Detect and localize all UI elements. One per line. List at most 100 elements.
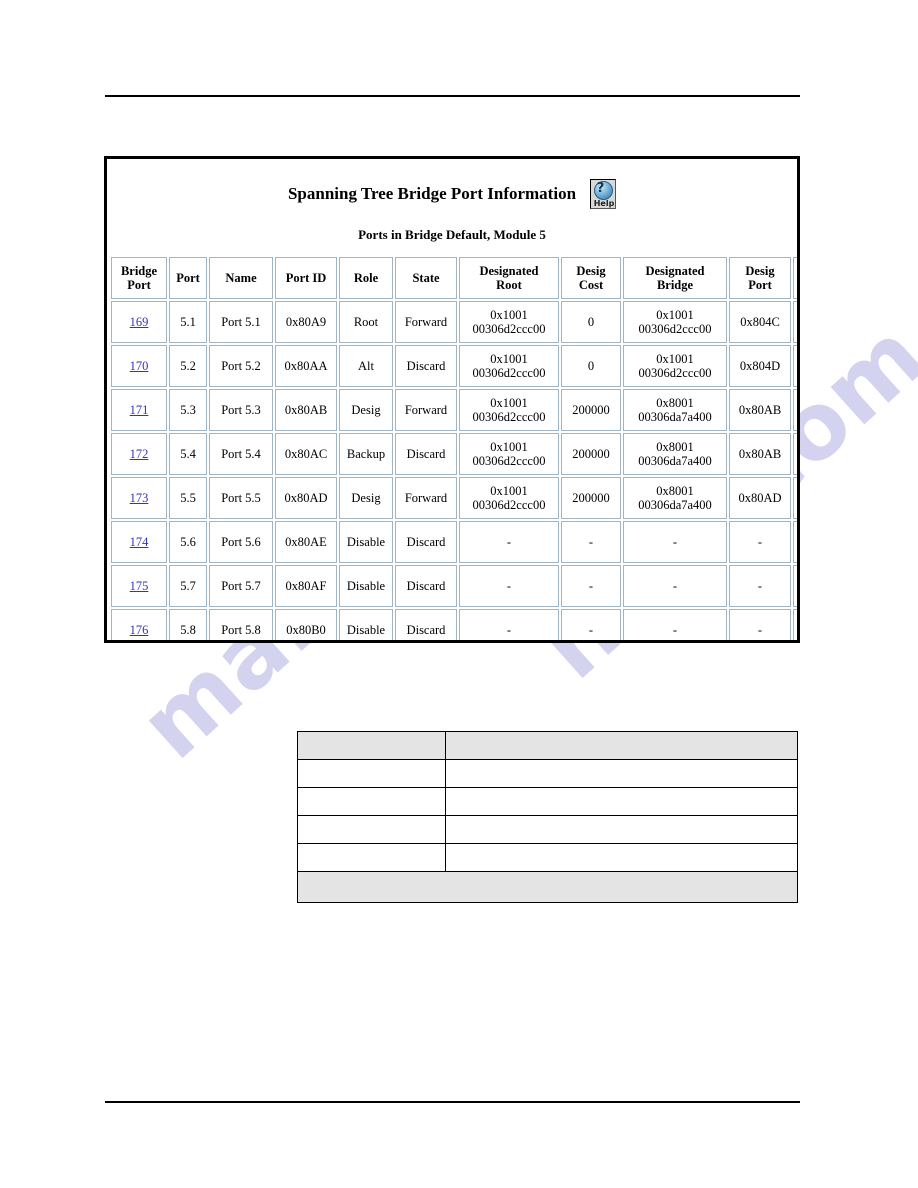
cell-port-id: 0x80B0 (275, 609, 337, 640)
table-header: Bridge Port Port Name Port ID Role State… (111, 257, 797, 299)
cell-name: Port 5.4 (209, 433, 273, 475)
bridge-port-link[interactable]: 169 (130, 315, 149, 329)
cell-designated-bridge: 0x1001 00306d2ccc00 (623, 345, 727, 387)
col-header-bridge-port[interactable]: Bridge Port (111, 257, 167, 299)
col-header-state[interactable]: State (395, 257, 457, 299)
cell-designated-root-line1: - (506, 623, 512, 637)
col-header-desig-cost[interactable]: Desig Cost (561, 257, 621, 299)
cell-desig-cost: 200000 (561, 389, 621, 431)
cell-state: Discard (395, 521, 457, 563)
cell-designated-root-line1: 0x1001 (490, 352, 528, 366)
cell-desig-port: 0x804C (729, 301, 791, 343)
row-cell-value (445, 787, 798, 816)
cell-designated-bridge-line2: 00306da7a400 (638, 410, 712, 424)
cell-bridge-port[interactable]: 175 (111, 565, 167, 607)
cell-designated-bridge-line2: 00306d2ccc00 (638, 322, 712, 336)
cell-port: 5.8 (169, 609, 207, 640)
bridge-port-link[interactable]: 170 (130, 359, 149, 373)
cell-designated-root-line1: - (506, 579, 512, 593)
cell-port: 5.6 (169, 521, 207, 563)
table-row-footer (297, 871, 798, 903)
cell-port: 5.5 (169, 477, 207, 519)
col-header-name[interactable]: Name (209, 257, 273, 299)
cell-designated-root: - (459, 521, 559, 563)
cell-desig-port: - (729, 609, 791, 640)
cell-designated-bridge-line2: 00306d2ccc00 (638, 366, 712, 380)
col-header-designated-root[interactable]: Designated Root (459, 257, 559, 299)
row-cell-value (445, 759, 798, 788)
col-header-port[interactable]: Port (169, 257, 207, 299)
cell-bridge-port[interactable]: 170 (111, 345, 167, 387)
cell-designated-bridge: - (623, 609, 727, 640)
specification-table (296, 731, 798, 903)
cell-designated-bridge-line1: 0x8001 (656, 396, 694, 410)
help-icon[interactable]: ? Help (590, 179, 617, 209)
cell-name: Port 5.7 (209, 565, 273, 607)
cell-desig-cost: 200000 (561, 477, 621, 519)
cell-designated-root-line1: 0x1001 (490, 396, 528, 410)
col-header-role[interactable]: Role (339, 257, 393, 299)
cell-designated-bridge: 0x8001 00306da7a400 (623, 389, 727, 431)
col-header-line2: Port (748, 278, 772, 292)
cell-port: 5.1 (169, 301, 207, 343)
cell-designated-root-line2: 00306d2ccc00 (472, 366, 546, 380)
cell-role: Disable (339, 609, 393, 640)
cell-designated-bridge-line1: 0x1001 (656, 352, 694, 366)
col-header-line2: Port (127, 278, 151, 292)
cell-designated-bridge: 0x8001 00306da7a400 (623, 433, 727, 475)
cell-role: Desig (339, 477, 393, 519)
col-header-line2: Cost (578, 278, 604, 292)
cell-role: Desig (339, 389, 393, 431)
bridge-port-link[interactable]: 173 (130, 491, 149, 505)
cell-state: Forward (395, 301, 457, 343)
cell-name: Port 5.5 (209, 477, 273, 519)
cell-designated-bridge-line1: - (672, 623, 678, 637)
cell-designated-root-line1: 0x1001 (490, 308, 528, 322)
bridge-port-link[interactable]: 172 (130, 447, 149, 461)
table-row: 171 5.3 Port 5.3 0x80AB Desig Forward 0x1001 00… (111, 389, 797, 431)
cell-port-id: 0x80AF (275, 565, 337, 607)
bridge-port-link[interactable]: 176 (130, 623, 149, 637)
col-header-port-id[interactable]: Port ID (275, 257, 337, 299)
cell-desig-cost: 0 (561, 345, 621, 387)
cell-bridge-port[interactable]: 173 (111, 477, 167, 519)
cell-designated-bridge-line1: 0x8001 (656, 440, 694, 454)
footer-rule (105, 1101, 800, 1103)
cell-designated-root-line1: 0x1001 (490, 484, 528, 498)
cell-designated-root: 0x1001 00306d2ccc00 (459, 477, 559, 519)
cell-role: Disable (339, 521, 393, 563)
cell-bridge-port[interactable]: 169 (111, 301, 167, 343)
table-header-row: Bridge Port Port Name Port ID Role State… (111, 257, 797, 299)
footer-cell (297, 871, 798, 903)
cell-designated-root: 0x1001 00306d2ccc00 (459, 433, 559, 475)
cell-bridge-port[interactable]: 171 (111, 389, 167, 431)
cell-bridge-port[interactable]: 176 (111, 609, 167, 640)
cell-fwd-trans: 0 (793, 521, 797, 563)
col-header-line1: Desig (745, 264, 775, 278)
col-header-line1: Bridge (120, 264, 158, 278)
cell-designated-bridge-line2: 00306da7a400 (638, 498, 712, 512)
cell-bridge-port[interactable]: 172 (111, 433, 167, 475)
cell-state: Forward (395, 389, 457, 431)
cell-name: Port 5.1 (209, 301, 273, 343)
table-row: 1755.7Port 5.70x80AFDisableDiscard----0- (111, 565, 797, 607)
bridge-port-link[interactable]: 174 (130, 535, 149, 549)
cell-port-id: 0x80AA (275, 345, 337, 387)
cell-port: 5.2 (169, 345, 207, 387)
cell-port-id: 0x80AC (275, 433, 337, 475)
table-row: 1765.8Port 5.80x80B0DisableDiscard----0- (111, 609, 797, 640)
table-row: 173 5.5 Port 5.5 0x80AD Desig Forward 0x1001 00… (111, 477, 797, 519)
col-header-fwd-trans[interactable]: Fwd Trans (793, 257, 797, 299)
cell-state: Discard (395, 345, 457, 387)
col-header-designated-bridge[interactable]: Designated Bridge (623, 257, 727, 299)
cell-fwd-trans: 0 (793, 433, 797, 475)
cell-state: Discard (395, 433, 457, 475)
cell-designated-root: - (459, 565, 559, 607)
bridge-port-link[interactable]: 171 (130, 403, 149, 417)
cell-fwd-trans: 0 (793, 609, 797, 640)
row-cell-label (296, 815, 447, 844)
cell-designated-root: 0x1001 00306d2ccc00 (459, 345, 559, 387)
bridge-port-link[interactable]: 175 (130, 579, 149, 593)
col-header-desig-port[interactable]: Desig Port (729, 257, 791, 299)
cell-bridge-port[interactable]: 174 (111, 521, 167, 563)
